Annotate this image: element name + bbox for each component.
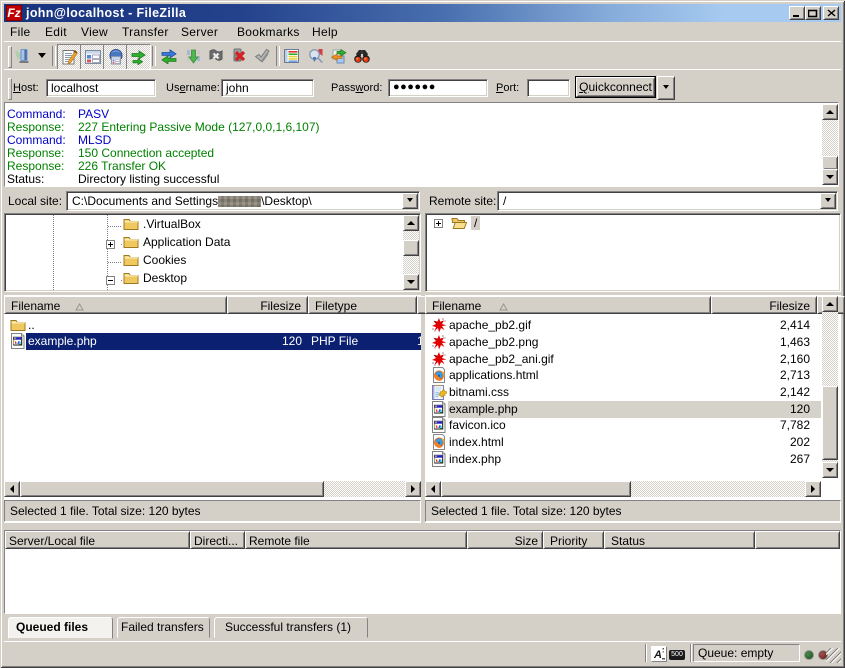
svg-text:A: A [653,649,662,661]
